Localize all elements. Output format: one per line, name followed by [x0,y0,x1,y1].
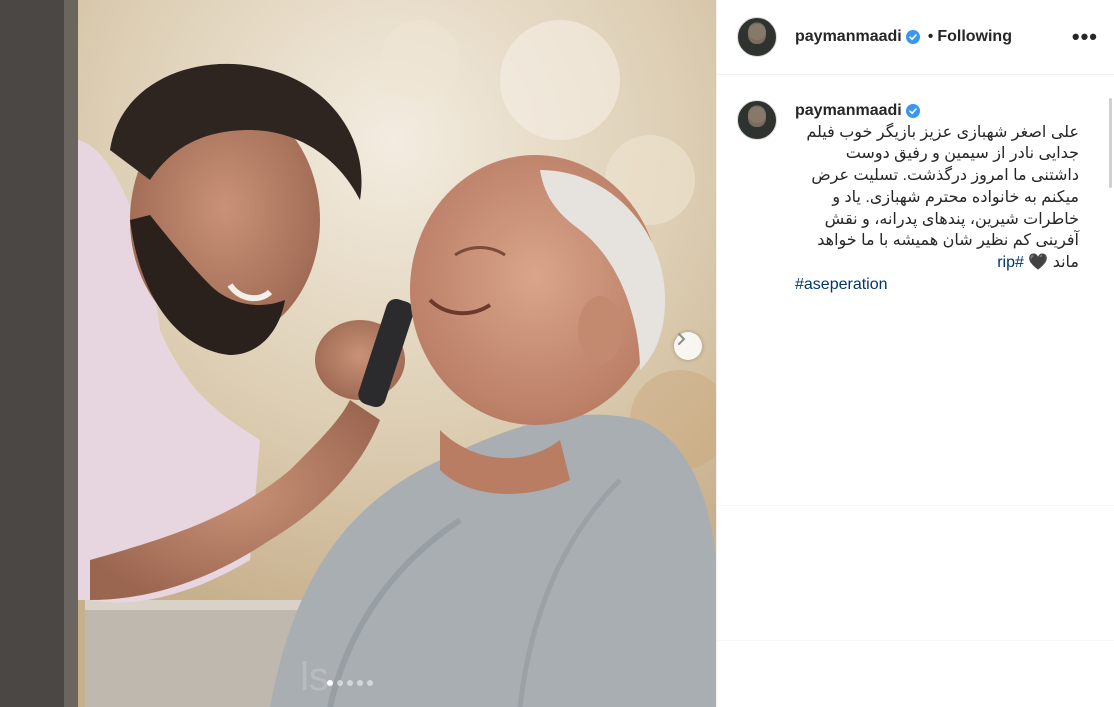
carousel-dot [327,680,333,686]
carousel-indicator [327,680,373,686]
post-photo-illustration: ls [0,0,716,707]
post-header: paymanmaadi • Following ••• [717,0,1114,75]
divider [717,640,1114,641]
verified-badge-icon [905,104,920,118]
caption-comment: paymanmaadi علی اصغر شهبازی عزیز بازیگر … [737,100,1114,295]
verified-badge-icon [905,30,920,44]
hashtag-link[interactable]: #aseperation [795,276,888,293]
caption-username-link[interactable]: paymanmaadi [795,100,902,122]
carousel-dot [347,680,353,686]
separator-dot: • [927,28,934,45]
username-link[interactable]: paymanmaadi [795,28,902,46]
caption-body: paymanmaadi علی اصغر شهبازی عزیز بازیگر … [795,100,1079,295]
carousel-dot [337,680,343,686]
carousel-dot [367,680,373,686]
comments-area: paymanmaadi علی اصغر شهبازی عزیز بازیگر … [717,76,1114,707]
post-image[interactable]: ls [0,0,716,707]
caption-message: علی اصغر شهبازی عزیز بازیگر خوب فیلم جدا… [806,123,1079,271]
following-button[interactable]: Following [937,28,1012,46]
chevron-right-icon [678,333,686,345]
caption-text: علی اصغر شهبازی عزیز بازیگر خوب فیلم جدا… [795,122,1079,274]
avatar[interactable] [737,100,777,140]
avatar[interactable] [737,17,777,57]
scrollbar[interactable] [1109,98,1112,188]
divider [717,505,1114,506]
svg-text:ls: ls [300,655,329,699]
post-sidebar: paymanmaadi • Following ••• paymanmaadi [716,0,1114,707]
carousel-dot [357,680,363,686]
more-options-icon[interactable]: ••• [1072,24,1098,50]
carousel-next-button[interactable] [674,332,702,360]
hashtag-link[interactable]: #rip [997,254,1024,271]
